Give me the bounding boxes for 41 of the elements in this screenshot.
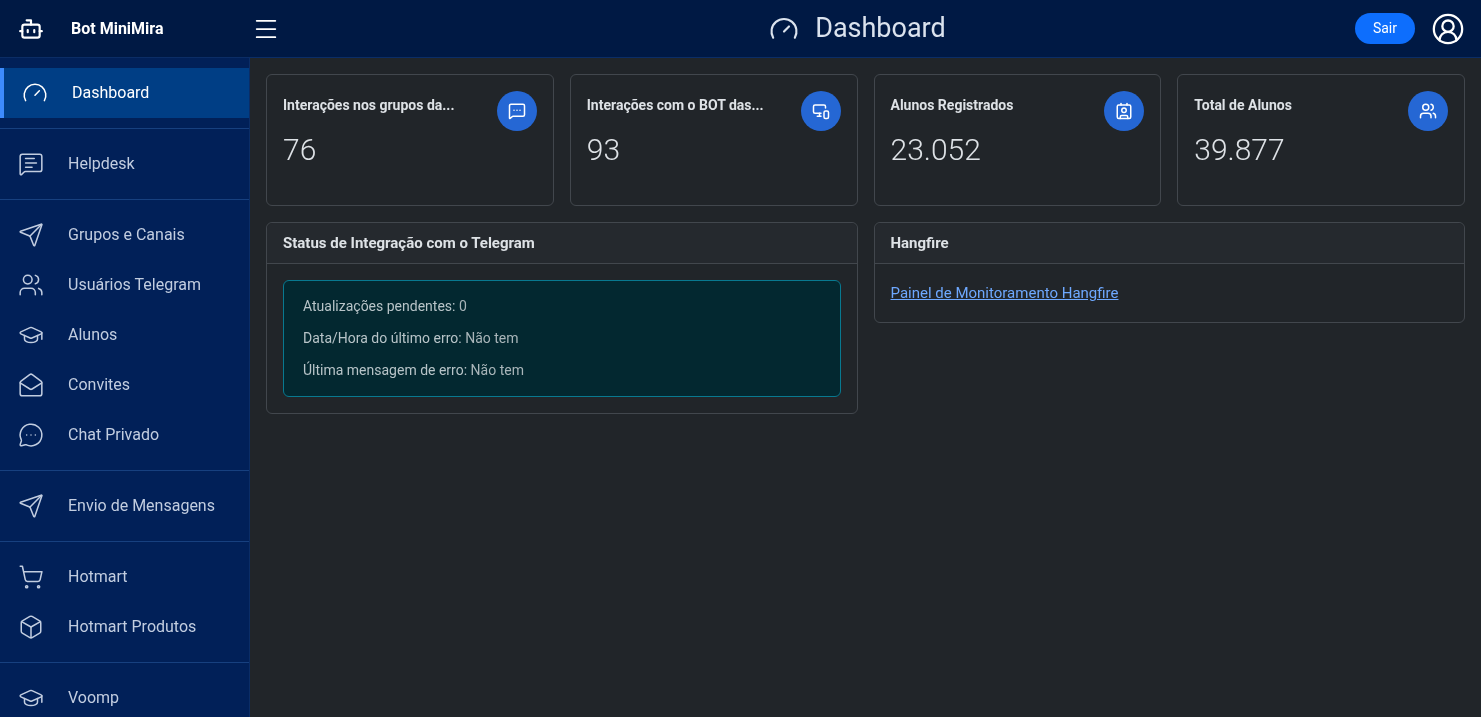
sidebar-item[interactable]: Grupos e Canais	[0, 210, 249, 260]
stat-value: 93	[586, 131, 622, 169]
stat-title: Interações nos grupos da...	[283, 97, 455, 113]
sidebar-item[interactable]: Hotmart Produtos	[0, 602, 249, 652]
chat-icon	[18, 151, 44, 177]
card-title: Hangfire	[874, 223, 1464, 264]
stat-title: Total de Alunos	[1194, 97, 1292, 113]
paper-plane-icon	[18, 493, 44, 519]
status-line: Data/Hora do último erro: Não tem	[303, 329, 520, 348]
user-avatar[interactable]	[1431, 11, 1465, 46]
stat-value: 76	[283, 131, 318, 169]
sidebar-item[interactable]: Chat Privado	[0, 410, 249, 460]
status-line: Atualizações pendentes: 0	[303, 297, 468, 316]
users-icon	[18, 272, 44, 298]
stat-title: Interações com o BOT das...	[586, 97, 764, 113]
contact-card-icon	[1104, 91, 1145, 131]
hangfire-link[interactable]: Painel de Monitoramento Hangfire	[890, 284, 1119, 302]
send-icon	[18, 222, 44, 248]
sidebar-item[interactable]: Usuários Telegram	[0, 260, 249, 310]
sidebar-item[interactable]: Helpdesk	[0, 139, 249, 189]
users-icon	[1408, 91, 1448, 131]
stat-value: 39.877	[1194, 131, 1286, 169]
monitor-icon	[800, 91, 841, 131]
brand-name: Bot MiniMira	[71, 17, 164, 40]
sidebar-item[interactable]: Convites	[0, 360, 249, 410]
card-title: Status de Integração com o Telegram	[267, 223, 857, 264]
stat-title: Alunos Registrados	[890, 97, 1014, 113]
box-icon	[18, 614, 44, 640]
cart-icon	[18, 564, 44, 590]
stat-value: 23.052	[890, 131, 982, 169]
envelope-icon	[18, 372, 44, 398]
page-title: Dashboard	[815, 11, 946, 47]
sidebar-item[interactable]: Alunos	[0, 310, 249, 360]
chat-bubble-icon	[18, 422, 44, 448]
sidebar-item[interactable]: Voomp	[0, 673, 249, 717]
status-line: Última mensagem de erro: Não tem	[303, 360, 525, 380]
sidebar-item[interactable]: Hotmart	[0, 552, 249, 602]
sidebar-item[interactable]: Dashboard	[0, 68, 249, 118]
chat-icon	[496, 91, 537, 131]
logout-button[interactable]: Sair	[1354, 13, 1415, 44]
sidebar-item[interactable]: Envio de Mensagens	[0, 481, 249, 531]
